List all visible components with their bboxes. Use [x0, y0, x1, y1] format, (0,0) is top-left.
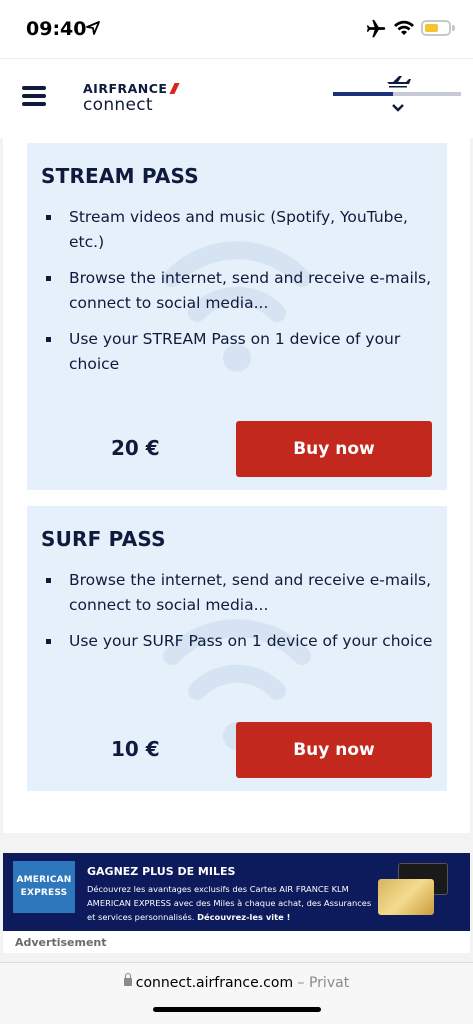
feature-item: Use your SURF Pass on 1 device of your c…: [41, 629, 441, 654]
pass-price: 20 €: [111, 436, 160, 460]
brand-slash-icon: [169, 83, 181, 94]
url-separator: –: [297, 975, 305, 991]
home-indicator[interactable]: [153, 1007, 321, 1012]
page: 09:40 AIRFRANCE connect STREAM PASS Stre…: [0, 0, 473, 1024]
lock-icon: [123, 973, 132, 986]
feature-item: Browse the internet, send and receive e-…: [41, 568, 441, 618]
pass-price: 10 €: [111, 737, 160, 761]
feature-item: Browse the internet, send and receive e-…: [41, 266, 441, 316]
ad-cta[interactable]: Découvrez-les vite !: [197, 912, 290, 922]
brand-logo[interactable]: AIRFRANCE connect: [83, 81, 181, 115]
browser-url-bar[interactable]: connect.airfrance.com – Privat: [0, 962, 473, 1024]
location-arrow-icon: [86, 21, 100, 35]
feature-item: Stream videos and music (Spotify, YouTub…: [41, 205, 441, 255]
buy-stream-pass-button[interactable]: Buy now: [236, 421, 432, 477]
brand-name: AIRFRANCE: [83, 81, 168, 96]
private-mode-label: Privat: [308, 975, 350, 991]
flight-progress-fill: [333, 92, 394, 96]
status-bar: 09:40: [0, 0, 473, 58]
flight-progress-track: [333, 92, 461, 96]
hamburger-menu-icon[interactable]: [22, 86, 46, 106]
flight-progress[interactable]: [333, 73, 461, 125]
surf-pass-card: SURF PASS Browse the internet, send and …: [27, 506, 447, 791]
feature-item: Use your STREAM Pass on 1 device of your…: [41, 327, 441, 377]
url-text[interactable]: connect.airfrance.com – Privat: [0, 973, 473, 991]
feature-list: Stream videos and music (Spotify, YouTub…: [41, 205, 441, 388]
advertisement-banner[interactable]: AMERICAN EXPRESS GAGNEZ PLUS DE MILES Dé…: [3, 853, 470, 931]
pass-title: STREAM PASS: [41, 164, 199, 188]
stream-pass-card: STREAM PASS Stream videos and music (Spo…: [27, 143, 447, 490]
airplane-icon: [387, 76, 411, 88]
pass-title: SURF PASS: [41, 527, 166, 551]
battery-icon: [421, 20, 451, 36]
ad-title: GAGNEZ PLUS DE MILES: [87, 865, 236, 878]
chevron-down-icon[interactable]: [391, 103, 405, 113]
american-express-logo: AMERICAN EXPRESS: [13, 861, 75, 913]
brand-subtitle: connect: [83, 95, 153, 115]
status-time: 09:40: [26, 18, 87, 40]
credit-card-image: [378, 879, 434, 915]
advertisement-label: Advertisement: [3, 931, 470, 953]
wifi-icon: [394, 20, 414, 35]
site-header: AIRFRANCE connect: [0, 58, 473, 138]
feature-list: Browse the internet, send and receive e-…: [41, 568, 441, 665]
url-domain: connect.airfrance.com: [135, 975, 294, 991]
ad-body: Découvrez les avantages exclusifs des Ca…: [87, 884, 372, 922]
buy-surf-pass-button[interactable]: Buy now: [236, 722, 432, 778]
airplane-mode-icon: [366, 19, 386, 38]
pass-list: STREAM PASS Stream videos and music (Spo…: [3, 138, 470, 833]
